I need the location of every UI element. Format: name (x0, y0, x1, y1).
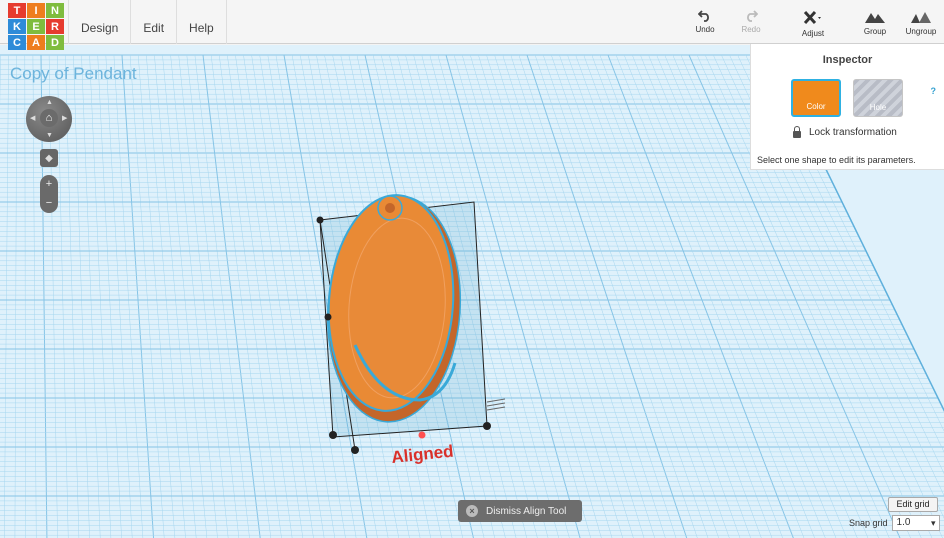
snap-grid: Snap grid 1.0 (849, 515, 940, 531)
group-icon (865, 13, 885, 23)
snap-grid-select[interactable]: 1.0 (891, 515, 940, 531)
hole-swatch[interactable]: Hole (853, 79, 903, 117)
ungroup-icon (911, 12, 931, 23)
hole-label: Hole (869, 103, 887, 112)
main-menu: Design Edit Help (68, 0, 227, 44)
logo-letter: I (27, 3, 45, 18)
undo-label: Undo (695, 25, 715, 34)
top-bar: T I N K E R C A D Design Edit Help Undo … (0, 0, 944, 50)
logo-letter: N (46, 3, 64, 18)
inspector-title: Inspector (822, 54, 873, 66)
logo-letter: K (8, 19, 26, 34)
group-label: Group (863, 27, 887, 36)
orbit-right-arrow[interactable]: ▶ (62, 115, 67, 122)
material-options: Color Hole (791, 79, 903, 117)
tinkercad-logo[interactable]: T I N K E R C A D (8, 3, 68, 51)
redo-button[interactable]: Redo (728, 0, 774, 44)
color-swatch[interactable]: Color (791, 79, 841, 117)
dismiss-label: Dismiss Align Tool (486, 505, 567, 517)
view-cube-icon[interactable]: ◆ (40, 149, 58, 167)
adjust-icon (803, 10, 821, 25)
logo-letter: C (8, 35, 26, 50)
inspector-hint: Select one shape to edit its parameters. (757, 155, 916, 165)
undo-icon (698, 10, 709, 22)
lock-label: Lock transformation (809, 127, 897, 138)
logo-letter: E (27, 19, 45, 34)
aligned-label: Aligned (390, 442, 454, 467)
design-name[interactable]: Copy of Pendant (10, 64, 137, 84)
zoom-in-button[interactable]: + (40, 175, 58, 194)
orbit-left-arrow[interactable]: ◀ (30, 115, 35, 122)
logo-letter: R (46, 19, 64, 34)
orbit-up-arrow[interactable]: ▲ (46, 99, 53, 106)
ungroup-label: Ungroup (905, 27, 937, 36)
lock-transformation[interactable]: Lock transformation (793, 126, 897, 138)
lock-icon (793, 126, 801, 138)
adjust-button[interactable]: Adjust (780, 0, 846, 44)
logo-letter: A (27, 35, 45, 50)
menu-edit[interactable]: Edit (130, 0, 176, 44)
menu-design[interactable]: Design (68, 0, 130, 44)
edit-grid-button[interactable]: Edit grid (888, 497, 938, 512)
zoom-control[interactable]: + − (40, 175, 58, 213)
orbit-down-arrow[interactable]: ▼ (46, 132, 53, 139)
zoom-out-button[interactable]: − (40, 194, 58, 213)
ungroup-button[interactable]: Ungroup (898, 0, 944, 44)
inspector-help-icon[interactable]: ? (931, 86, 937, 96)
inspector-panel: Inspector ? Color Hole Lock transformati… (750, 44, 944, 170)
group-button[interactable]: Group (852, 0, 898, 44)
color-label: Color (806, 102, 826, 111)
undo-button[interactable]: Undo (682, 0, 728, 44)
logo-letter: D (46, 35, 64, 50)
orbit-control[interactable]: ▲ ▼ ◀ ▶ ⌂ (26, 96, 72, 142)
close-icon: × (466, 505, 478, 517)
toolbar: Undo Redo Adjust Group Ungroup (682, 0, 944, 44)
menu-help[interactable]: Help (176, 0, 227, 44)
dismiss-align-tool-button[interactable]: × Dismiss Align Tool (458, 500, 582, 522)
redo-label: Redo (741, 25, 761, 34)
snap-grid-label: Snap grid (849, 518, 888, 528)
adjust-label: Adjust (801, 29, 825, 38)
redo-icon (747, 10, 758, 22)
home-icon[interactable]: ⌂ (40, 109, 58, 127)
logo-letter: T (8, 3, 26, 18)
